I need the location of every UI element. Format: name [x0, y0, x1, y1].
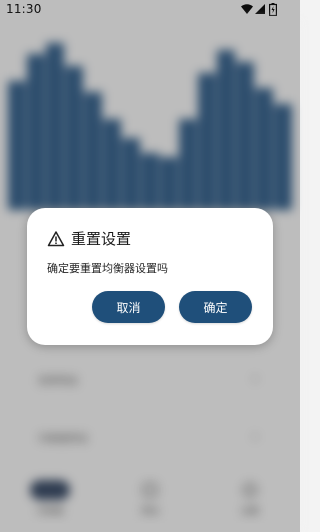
reset-dialog: 重置设置 确定要重置均衡器设置吗 取消 确定	[27, 208, 273, 345]
dialog-title-text: 重置设置	[71, 230, 132, 248]
dialog-message: 确定要重置均衡器设置吗	[47, 262, 168, 275]
warning-icon	[47, 230, 65, 248]
confirm-button[interactable]: 确定	[179, 291, 252, 323]
cancel-button[interactable]: 取消	[92, 291, 165, 323]
dialog-title: 重置设置	[47, 228, 131, 249]
